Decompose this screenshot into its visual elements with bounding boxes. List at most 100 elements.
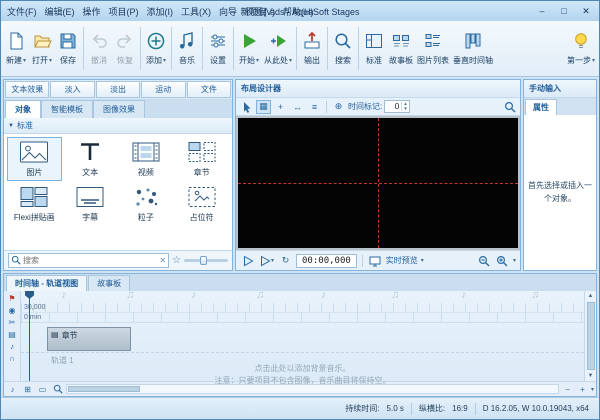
tab-image-effects[interactable]: 图像效果 [93, 100, 145, 118]
timeline-tracks[interactable]: ▤ 章节 轨道 1 点击此处以添加背景音乐。 注意：只要项目不包含图像，音乐曲目… [21, 323, 584, 381]
vertical-scroll-thumb[interactable] [587, 302, 595, 370]
thumbnail-size-slider[interactable] [184, 259, 228, 262]
play-from-here-button[interactable]: 从此处▾ [262, 29, 294, 68]
object-item-picture[interactable]: 图片 [7, 137, 62, 181]
grid-toggle-icon[interactable]: ▦ [256, 100, 271, 114]
favorites-star-icon[interactable]: ☆ [172, 256, 181, 266]
tab-smart-templates[interactable]: 智能模板 [41, 100, 93, 118]
tab-storyboard[interactable]: 故事板 [88, 275, 130, 291]
object-item-text[interactable]: 文本 [63, 137, 118, 181]
time-display: 00:00,000 [296, 254, 357, 268]
timeline-ruler[interactable]: 30,000 [21, 303, 584, 313]
maximize-button[interactable]: □ [553, 4, 575, 19]
picture-list-view-button[interactable]: 图片列表 [415, 29, 451, 68]
tab-objects[interactable]: 对象 [5, 100, 41, 118]
menu-tools[interactable]: 工具(X) [177, 2, 215, 21]
start-button[interactable]: 开始▾ [236, 29, 262, 68]
titlebar: 文件(F) 编辑(E) 操作 项目(P) 添加(I) 工具(X) 向导 视图(V… [1, 1, 599, 21]
design-canvas[interactable] [238, 118, 518, 248]
minimize-button[interactable]: – [531, 4, 553, 19]
menu-edit[interactable]: 编辑(E) [41, 2, 79, 21]
zoom-in-icon[interactable] [495, 254, 510, 268]
settings-button[interactable]: 设置 [205, 29, 231, 68]
add-button[interactable]: 添加▾ [143, 29, 169, 68]
first-step-button[interactable]: 第一步▾ [565, 29, 597, 68]
time-marker-icon[interactable]: ⊕ [331, 100, 346, 114]
timeline-body: ⚑ ◉ ✂ ▤ ♪ ∩ ♪ ♫ ♪ ♫ ♪ ♫ ♪ ♫ 30,000 [4, 291, 596, 381]
object-item-subtitle[interactable]: 字幕 [63, 182, 118, 226]
tab-text-effects[interactable]: 文本效果 [5, 81, 49, 98]
flag-marker-icon[interactable]: ⚑ [6, 293, 19, 304]
menu-wizard[interactable]: 向导 [215, 2, 241, 21]
timeline-vertical-scrollbar[interactable]: ▲ ▼ [584, 291, 596, 381]
playhead[interactable] [29, 291, 30, 381]
section-standard[interactable]: ▼ 标准 [4, 118, 232, 134]
clear-search-icon[interactable]: ✕ [159, 256, 166, 265]
tab-fade-in[interactable]: 淡入 [50, 81, 94, 98]
open-button[interactable]: 打开▾ [29, 29, 55, 68]
chapter-clip[interactable]: ▤ 章节 [47, 327, 131, 351]
scissors-icon[interactable]: ✂ [6, 317, 19, 328]
undo-button[interactable]: 撤消 [86, 29, 112, 68]
timeline-bottom-bar: ♪ ⊞ ▭ − + ▾ [4, 381, 596, 396]
redo-icon [115, 31, 135, 53]
vertical-timeline-view-button[interactable]: 垂直时间轴 [451, 29, 495, 68]
dropdown-arrow-icon: ▾ [163, 57, 166, 64]
object-item-particles[interactable]: 粒子 [119, 182, 174, 226]
time-marker-spinner[interactable]: 0 ▲▼ [384, 100, 409, 113]
add-guide-icon[interactable]: + [273, 100, 288, 114]
preview-play-from-icon[interactable]: ▾ [258, 254, 275, 268]
search-input[interactable] [23, 256, 157, 265]
spinner-arrows[interactable]: ▲▼ [401, 102, 408, 112]
menu-view[interactable]: 视图(V) [241, 2, 279, 21]
menu-add[interactable]: 添加(I) [143, 2, 178, 21]
toolbar-separator [296, 27, 297, 70]
ruler-icon[interactable]: ↔ [290, 100, 305, 114]
live-preview-label[interactable]: 实时预览 [386, 255, 418, 266]
preview-play-icon[interactable] [240, 254, 255, 268]
zoom-out-icon[interactable] [477, 254, 492, 268]
object-item-video[interactable]: 视频 [119, 137, 174, 181]
object-item-flexi-collage[interactable]: Flexi拼贴画 [7, 182, 62, 226]
search-box[interactable]: ✕ [8, 253, 169, 268]
tab-properties[interactable]: 属性 [525, 99, 557, 115]
loop-icon[interactable]: ↻ [278, 254, 293, 268]
slider-thumb[interactable] [200, 256, 207, 265]
object-item-placeholder[interactable]: 占位符 [174, 182, 229, 226]
menu-project[interactable]: 项目(P) [105, 2, 143, 21]
select-tool-icon[interactable] [239, 100, 254, 114]
object-item-chapter[interactable]: 章节 [174, 137, 229, 181]
horizontal-scroll-thumb[interactable] [68, 386, 140, 392]
film-track-icon[interactable]: ▤ [6, 329, 19, 340]
standard-view-button[interactable]: 标准 [361, 29, 387, 68]
live-preview-icon[interactable] [368, 254, 383, 268]
menu-file[interactable]: 文件(F) [3, 2, 41, 21]
storyboard-view-button[interactable]: 故事板 [387, 29, 415, 68]
menu-operate[interactable]: 操作 [79, 2, 105, 21]
music-button[interactable]: 音乐 [174, 29, 200, 68]
timeline-horizontal-scrollbar[interactable] [66, 384, 559, 394]
tab-fade-out[interactable]: 淡出 [96, 81, 140, 98]
tab-timeline-track-view[interactable]: 时间轴 - 轨道视图 [6, 275, 87, 291]
new-button[interactable]: 新建▾ [3, 29, 29, 68]
tab-motion[interactable]: 运动 [141, 81, 185, 98]
note-track-icon[interactable]: ♪ [6, 341, 19, 352]
timeline-content[interactable]: ♪ ♫ ♪ ♫ ♪ ♫ ♪ ♫ 30,000 0 min ▤ 章节 [21, 291, 584, 381]
scroll-down-icon[interactable]: ▼ [588, 371, 594, 381]
zoom-icon[interactable] [502, 100, 517, 114]
menu-help[interactable]: 帮助(H) [279, 2, 318, 21]
align-list-icon[interactable]: ≡ [307, 100, 322, 114]
scroll-up-icon[interactable]: ▲ [588, 291, 594, 301]
output-button[interactable]: 输出 [299, 29, 325, 68]
tab-files[interactable]: 文件 [187, 81, 231, 98]
add-music-icon[interactable]: ♪ [6, 383, 19, 395]
search-button[interactable]: 搜索 [330, 29, 356, 68]
save-button[interactable]: 保存 [55, 29, 81, 68]
close-button[interactable]: ✕ [575, 4, 597, 19]
record-icon[interactable]: ◉ [6, 305, 19, 316]
magnet-snap-icon[interactable]: ∩ [6, 353, 19, 364]
redo-button[interactable]: 恢复 [112, 29, 138, 68]
timeline-zero-row[interactable]: 0 min [21, 313, 584, 323]
subtitle-icon [75, 185, 105, 211]
toolbar-separator [202, 27, 203, 70]
